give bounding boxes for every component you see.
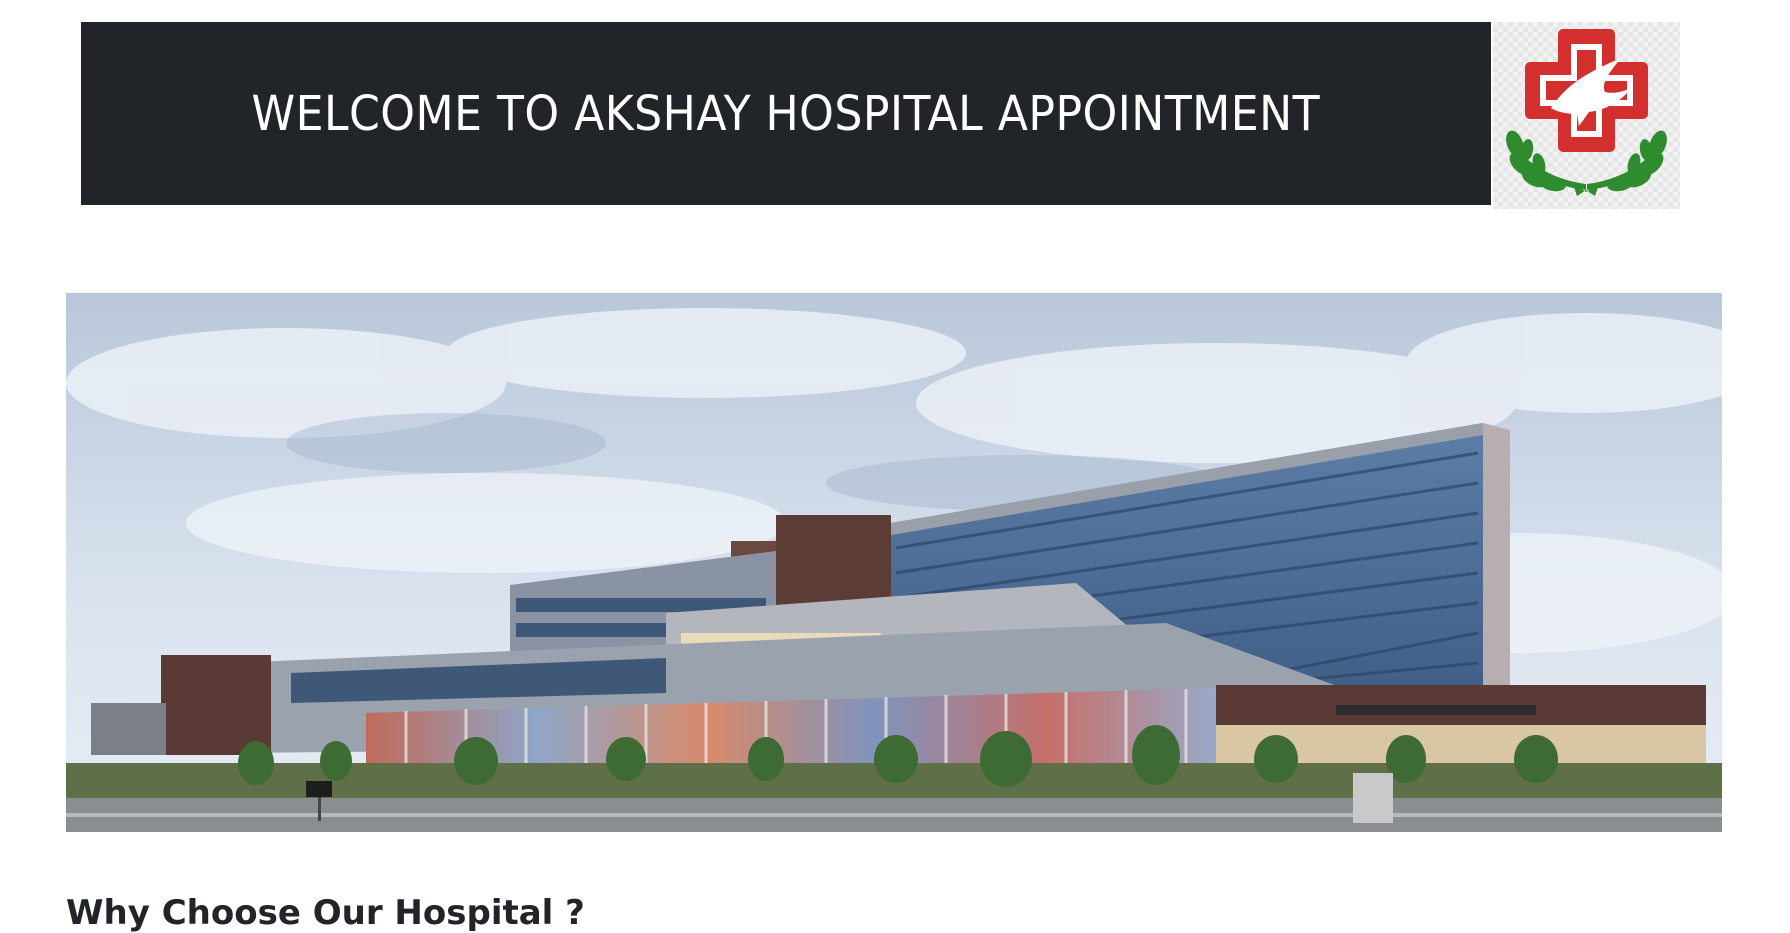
hospital-cross-dove-logo-icon xyxy=(1506,29,1667,196)
hospital-building-image xyxy=(66,293,1722,832)
page-header: WELCOME TO AKSHAY HOSPITAL APPOINTMENT xyxy=(81,22,1491,205)
hospital-logo xyxy=(1493,22,1680,209)
hospital-building-photo xyxy=(66,293,1722,832)
section-heading: Why Choose Our Hospital ? xyxy=(66,893,585,933)
page-title: WELCOME TO AKSHAY HOSPITAL APPOINTMENT xyxy=(251,85,1321,142)
